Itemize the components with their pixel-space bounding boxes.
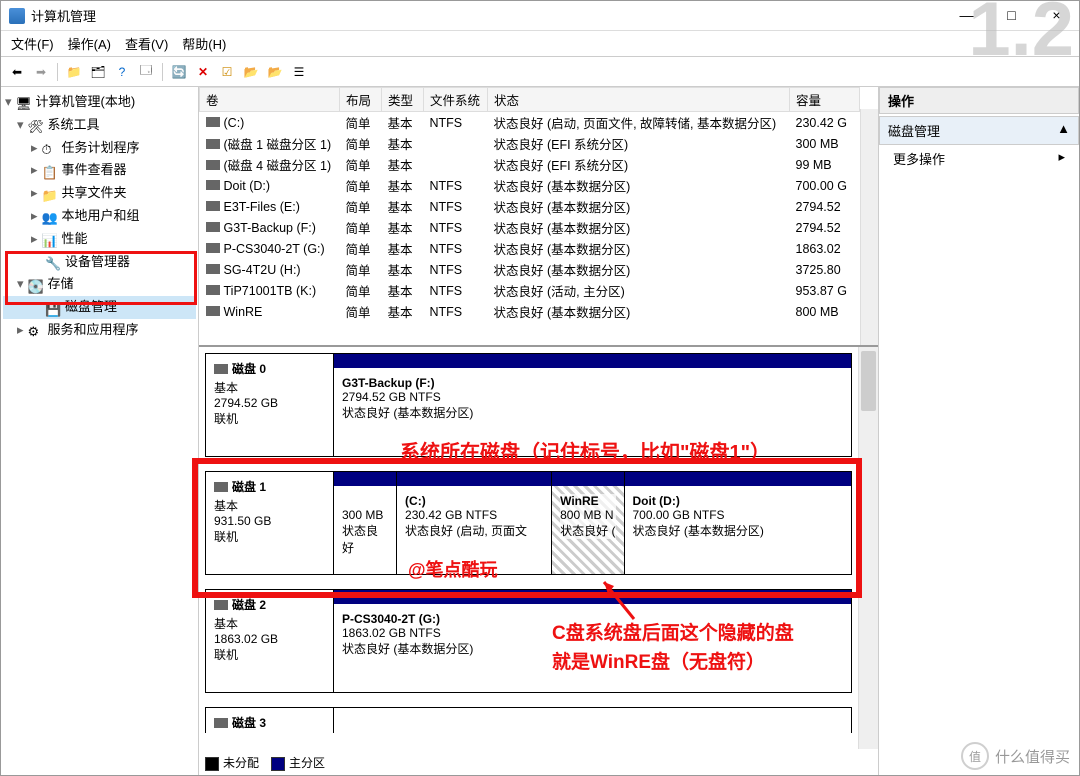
help-icon[interactable]: ? [112, 62, 132, 82]
toolbar: ⬅ ➡ 📁 🗂 ? 🗔 🔄 ✕ ☑ 📂 📂 ☰ [1, 57, 1079, 87]
menu-action[interactable]: 操作(A) [68, 34, 111, 53]
disk-map: 磁盘 0基本2794.52 GB联机G3T-Backup (F:)2794.52… [199, 347, 878, 775]
folder2-icon[interactable]: 📂 [265, 62, 285, 82]
menu-bar: 文件(F) 操作(A) 查看(V) 帮助(H) [1, 31, 1079, 57]
table-row[interactable]: SG-4T2U (H:)简单基本NTFS状态良好 (基本数据分区)3725.80 [200, 259, 860, 280]
table-row[interactable]: (C:)简单基本NTFS状态良好 (启动, 页面文件, 故障转储, 基本数据分区… [200, 112, 860, 134]
menu-help[interactable]: 帮助(H) [182, 34, 226, 53]
tree-shared-folders[interactable]: ▸📁共享文件夹 [3, 182, 196, 205]
tree-event-viewer[interactable]: ▸📋事件查看器 [3, 159, 196, 182]
col-layout[interactable]: 布局 [340, 88, 382, 112]
forward-icon[interactable]: ➡ [31, 62, 51, 82]
table-row[interactable]: (磁盘 4 磁盘分区 1)简单基本状态良好 (EFI 系统分区)99 MB [200, 154, 860, 175]
col-type[interactable]: 类型 [382, 88, 424, 112]
table-row[interactable]: G3T-Backup (F:)简单基本NTFS状态良好 (基本数据分区)2794… [200, 217, 860, 238]
folder-icon[interactable]: 📂 [241, 62, 261, 82]
col-status[interactable]: 状态 [488, 88, 790, 112]
tree-services-apps[interactable]: ▸⚙服务和应用程序 [3, 319, 196, 342]
navigation-tree: ▾🖥计算机管理(本地) ▾🛠系统工具 ▸⏱任务计划程序 ▸📋事件查看器 ▸📁共享… [1, 87, 199, 775]
tree-device-manager[interactable]: 🔧设备管理器 [3, 251, 196, 274]
window-title: 计算机管理 [31, 6, 1071, 25]
tree-performance[interactable]: ▸📊性能 [3, 228, 196, 251]
volume-list: 卷 布局 类型 文件系统 状态 容量 (C:)简单基本NTFS状态良好 (启动,… [199, 87, 878, 347]
menu-view[interactable]: 查看(V) [125, 34, 168, 53]
diskmap-scrollbar[interactable] [858, 347, 878, 749]
table-row[interactable]: TiP71001TB (K:)简单基本NTFS状态良好 (活动, 主分区)953… [200, 280, 860, 301]
folder-up-icon[interactable]: 📁 [64, 62, 84, 82]
disk-block[interactable]: 磁盘 3 [205, 707, 852, 733]
annotation-winre: C盘系统盘后面这个隐藏的盘就是WinRE盘（无盘符） [552, 620, 794, 677]
col-filesystem[interactable]: 文件系统 [424, 88, 488, 112]
more-actions[interactable]: 更多操作▸ [879, 145, 1079, 172]
actions-section[interactable]: 磁盘管理▲ [879, 116, 1079, 145]
annotation-author: @笔点酷玩 [408, 556, 498, 582]
version-watermark: 1.2 [968, 0, 1074, 73]
refresh-icon[interactable]: 🔄 [169, 62, 189, 82]
list-icon[interactable]: ☰ [289, 62, 309, 82]
menu-file[interactable]: 文件(F) [11, 34, 54, 53]
app-icon [9, 8, 25, 24]
tree-storage[interactable]: ▾💽存储 [3, 273, 196, 296]
actions-panel: 操作 磁盘管理▲ 更多操作▸ [879, 87, 1079, 775]
annotation-system-disk: 系统所在磁盘（记住标号，比如"磁盘1"） [400, 436, 770, 465]
disk-block[interactable]: 磁盘 1基本931.50 GB联机300 MB状态良好(C:)230.42 GB… [205, 471, 852, 575]
tree-system-tools[interactable]: ▾🛠系统工具 [3, 114, 196, 137]
back-icon[interactable]: ⬅ [7, 62, 27, 82]
props-icon[interactable]: 🗔 [136, 62, 156, 82]
table-row[interactable]: Doit (D:)简单基本NTFS状态良好 (基本数据分区)700.00 G [200, 175, 860, 196]
col-volume[interactable]: 卷 [200, 88, 340, 112]
legend: 未分配 主分区 [205, 754, 325, 771]
tree-local-users[interactable]: ▸👥本地用户和组 [3, 205, 196, 228]
check-icon[interactable]: ☑ [217, 62, 237, 82]
site-watermark: 值什么值得买 [961, 742, 1070, 770]
delete-icon[interactable]: ✕ [193, 62, 213, 82]
tree-disk-management[interactable]: 💾磁盘管理 [3, 296, 196, 319]
tree-task-scheduler[interactable]: ▸⏱任务计划程序 [3, 137, 196, 160]
tree-root[interactable]: ▾🖥计算机管理(本地) [3, 91, 196, 114]
table-row[interactable]: P-CS3040-2T (G:)简单基本NTFS状态良好 (基本数据分区)186… [200, 238, 860, 259]
view-icon[interactable]: 🗂 [88, 62, 108, 82]
actions-header: 操作 [879, 87, 1079, 114]
table-row[interactable]: WinRE简单基本NTFS状态良好 (基本数据分区)800 MB [200, 301, 860, 322]
list-scrollbar[interactable] [860, 109, 878, 345]
col-capacity[interactable]: 容量 [790, 88, 860, 112]
table-row[interactable]: E3T-Files (E:)简单基本NTFS状态良好 (基本数据分区)2794.… [200, 196, 860, 217]
table-row[interactable]: (磁盘 1 磁盘分区 1)简单基本状态良好 (EFI 系统分区)300 MB [200, 133, 860, 154]
arrow-icon [594, 574, 644, 624]
